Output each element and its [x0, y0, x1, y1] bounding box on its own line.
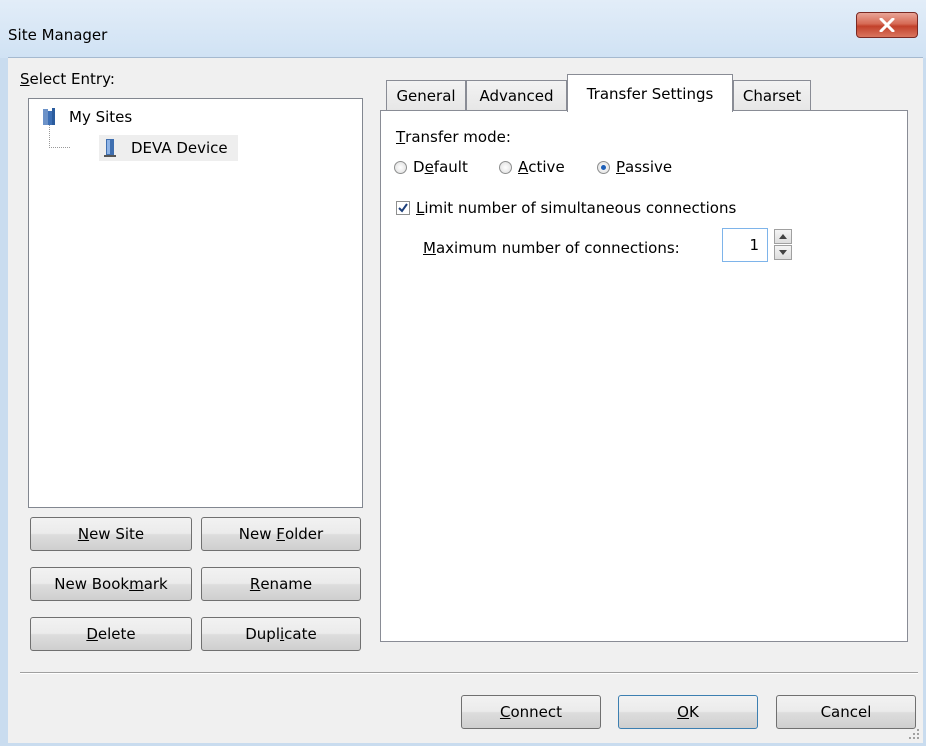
tab-panel-transfer-settings [380, 110, 908, 642]
ok-button[interactable]: OK [618, 695, 758, 729]
checkbox-indicator[interactable] [396, 201, 410, 215]
radio-passive[interactable]: Passive [597, 158, 672, 176]
duplicate-button[interactable]: Dupl i cate [201, 617, 361, 651]
tab-charset[interactable]: Charset [733, 80, 811, 111]
tree-item-deva-device[interactable]: DEVA Device [99, 135, 238, 161]
tree-item-label: My Sites [69, 108, 133, 126]
transfer-mode-label: Transfer mode: [396, 128, 511, 146]
spin-up-button[interactable] [774, 229, 792, 244]
resize-grip-icon[interactable] [908, 728, 920, 740]
new-site-button[interactable]: New Site [30, 517, 192, 551]
spin-down-button[interactable] [774, 245, 792, 260]
chevron-up-icon [779, 234, 787, 239]
tab-general[interactable]: General [386, 80, 466, 111]
window-title: Site Manager [8, 26, 108, 44]
folder-icon [43, 108, 55, 125]
max-connections-input[interactable] [722, 228, 768, 262]
tab-advanced[interactable]: Advanced [466, 80, 567, 111]
delete-button[interactable]: Delete [30, 617, 192, 651]
rename-button[interactable]: Rename [201, 567, 361, 601]
tree-item-label: DEVA Device [131, 139, 228, 157]
server-icon [104, 139, 116, 157]
limit-connections-checkbox[interactable]: Limit number of simultaneous connections [396, 199, 736, 217]
radio-active[interactable]: Active [499, 158, 565, 176]
new-bookmark-button[interactable]: New Book m ark [30, 567, 192, 601]
new-folder-button[interactable]: New Folder [201, 517, 361, 551]
checkmark-icon [398, 203, 408, 213]
max-connections-label: Maximum number of connections: [423, 239, 680, 257]
cancel-button[interactable]: Cancel [776, 695, 916, 729]
radio-default-indicator[interactable] [394, 160, 407, 174]
close-icon [879, 18, 895, 32]
title-bar: Site Manager [0, 0, 926, 58]
chevron-down-icon [779, 250, 787, 255]
tree-item-my-sites[interactable]: My Sites [37, 107, 132, 127]
footer-separator [20, 672, 918, 674]
close-button[interactable] [856, 12, 918, 38]
radio-passive-indicator[interactable] [597, 160, 610, 174]
connect-button[interactable]: Connect [461, 695, 601, 729]
radio-default[interactable]: De fault [394, 158, 468, 176]
site-tree[interactable]: My Sites DEVA Device [28, 98, 363, 508]
select-entry-label: Select Entry: [20, 70, 115, 88]
radio-active-indicator[interactable] [499, 160, 512, 174]
tab-transfer-settings[interactable]: Transfer Settings [567, 74, 733, 112]
tree-connector [49, 125, 70, 148]
